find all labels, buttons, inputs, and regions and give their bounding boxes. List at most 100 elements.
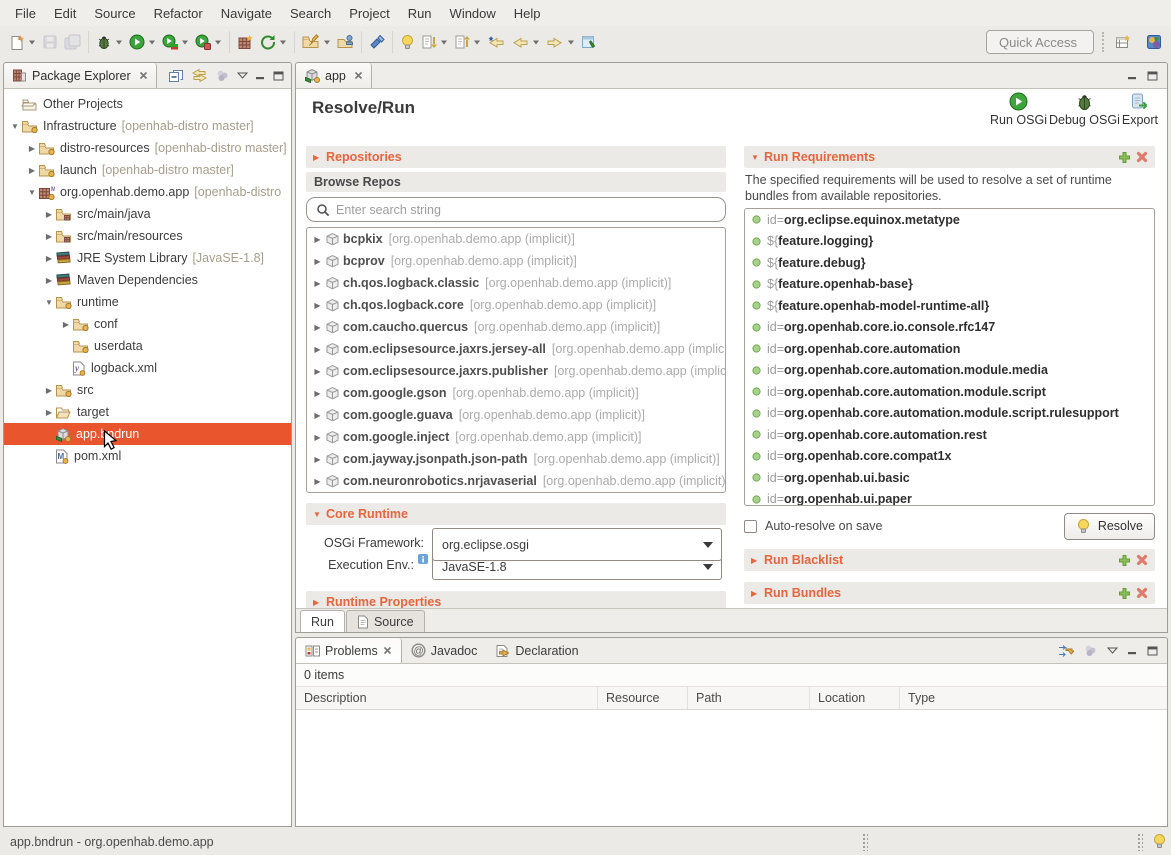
next-annotation-button[interactable] [418,29,451,55]
chevron-right-icon[interactable]: ▶ [312,455,323,464]
osgi-framework-combo[interactable]: org.eclipse.osgi [432,528,722,561]
statusbar-drag-handle[interactable] [862,833,868,851]
menu-edit[interactable]: Edit [45,2,85,25]
chevron-right-icon[interactable]: ▶ [312,235,323,244]
requirement-item[interactable]: ${feature.openhab-model-runtime-all} [745,295,1154,317]
repo-item-bcprov[interactable]: ▶bcprov[org.openhab.demo.app (implicit)] [307,250,725,272]
menu-navigate[interactable]: Navigate [212,2,281,25]
chevron-right-icon[interactable]: ▶ [312,323,323,332]
minimize-button[interactable] [1127,71,1138,80]
run-coverage-button[interactable] [159,29,192,55]
menu-search[interactable]: Search [281,2,340,25]
tree-item-src-main-java[interactable]: ▶src/main/java [4,203,291,225]
chevron-right-icon[interactable]: ▶ [26,144,38,153]
repo-item-com.jayway.jsonpath.json-path[interactable]: ▶com.jayway.jsonpath.json-path[org.openh… [307,448,725,470]
run-osgi-button[interactable]: Run OSGi [989,92,1048,127]
view-menu-button[interactable] [1107,647,1118,654]
repo-item-com.google.guava[interactable]: ▶com.google.guava[org.openhab.demo.app (… [307,404,725,426]
menu-help[interactable]: Help [505,2,550,25]
statusbar-drag-handle[interactable] [1137,833,1143,851]
chevron-right-icon[interactable]: ▶ [43,210,55,219]
search-input[interactable] [336,203,716,217]
requirement-item[interactable]: id=org.openhab.core.automation.module.sc… [745,381,1154,403]
quickfix-bulb-button[interactable] [397,29,418,55]
chevron-down-icon[interactable]: ▼ [43,298,55,307]
repo-item-bcpkix[interactable]: ▶bcpkix[org.openhab.demo.app (implicit)] [307,228,725,250]
chevron-right-icon[interactable]: ▶ [43,254,55,263]
tab-app-editor[interactable]: app [296,63,372,88]
quick-access-field[interactable]: Quick Access [986,30,1094,54]
chevron-right-icon[interactable]: ▶ [60,320,72,329]
requirement-item[interactable]: id=org.openhab.core.automation.module.me… [745,360,1154,382]
column-header-location[interactable]: Location [810,687,900,709]
tree-item-maven-dependencies[interactable]: ▶Maven Dependencies [4,269,291,291]
requirement-item[interactable]: id=org.eclipse.equinox.metatype [745,209,1154,231]
requirement-item[interactable]: id=org.openhab.ui.paper [745,489,1154,507]
maximize-button[interactable] [273,71,284,81]
group-by-button[interactable] [1083,643,1098,658]
chevron-right-icon[interactable]: ▶ [312,389,323,398]
open-resource-button[interactable] [334,29,357,55]
chevron-right-icon[interactable]: ▶ [26,166,38,175]
repo-item-com.google.inject[interactable]: ▶com.google.inject[org.openhab.demo.app … [307,426,725,448]
collapse-all-button[interactable] [168,68,184,84]
section-run-requirements[interactable]: ▼ Run Requirements [744,146,1155,168]
section-run-bundles[interactable]: ▶ Run Bundles [744,582,1155,604]
pin-editor-button[interactable] [578,29,600,55]
column-header-resource[interactable]: Resource [598,687,688,709]
section-repositories[interactable]: ▶ Repositories [306,146,726,168]
close-icon[interactable] [354,71,363,80]
java-perspective-button[interactable] [1143,29,1165,55]
tree-item-runtime[interactable]: ▼runtime [4,291,291,313]
menu-window[interactable]: Window [441,2,505,25]
remove-bundle-button[interactable] [1136,587,1148,599]
repo-item-com.neuronrobotics.nrjavaserial[interactable]: ▶com.neuronrobotics.nrjavaserial[org.ope… [307,470,725,492]
new-java-project-button[interactable] [234,29,257,55]
chevron-right-icon[interactable]: ▶ [43,408,55,417]
tree-item-logback-xml[interactable]: ylogback.xml [4,357,291,379]
requirement-item[interactable]: id=org.openhab.core.compat1x [745,446,1154,468]
tree-item-pom-xml[interactable]: Mpom.xml [4,445,291,467]
view-menu-button[interactable] [237,72,248,79]
previous-annotation-button[interactable] [451,29,484,55]
chevron-right-icon[interactable]: ▶ [312,345,323,354]
tree-item-userdata[interactable]: userdata [4,335,291,357]
search-button[interactable] [366,29,388,55]
tree-item-src[interactable]: ▶src [4,379,291,401]
tab-problems[interactable]: Problems [296,638,402,663]
section-core-runtime[interactable]: ▼ Core Runtime [306,503,726,525]
chevron-right-icon[interactable]: ▶ [312,367,323,376]
add-blacklist-button[interactable] [1118,554,1131,567]
tree-item-src-main-resources[interactable]: ▶src/main/resources [4,225,291,247]
chevron-right-icon[interactable]: ▶ [312,477,323,486]
repo-item-ch.qos.logback.core[interactable]: ▶ch.qos.logback.core[org.openhab.demo.ap… [307,294,725,316]
column-header-path[interactable]: Path [688,687,810,709]
dropdown-arrow-icon[interactable] [695,529,721,560]
debug-osgi-button[interactable]: Debug OSGi [1048,92,1121,127]
save-button[interactable] [39,29,61,55]
requirement-item[interactable]: id=org.openhab.core.automation.module.sc… [745,403,1154,425]
open-task-button[interactable] [299,29,334,55]
save-all-button[interactable] [61,29,84,55]
requirement-item[interactable]: id=org.openhab.core.io.console.rfc147 [745,317,1154,339]
last-edit-location-button[interactable] [484,29,508,55]
minimize-button[interactable] [1127,646,1138,655]
focus-on-active-task-button[interactable] [1057,644,1074,658]
repo-item-com.google.gson[interactable]: ▶com.google.gson[org.openhab.demo.app (i… [307,382,725,404]
tab-source[interactable]: Source [346,610,425,632]
remove-requirement-button[interactable] [1136,151,1148,163]
tree-item-app-bndrun[interactable]: app.bndrun [4,423,291,445]
back-button[interactable] [508,29,543,55]
remove-blacklist-button[interactable] [1136,554,1148,566]
open-perspective-button[interactable] [1112,29,1135,55]
chevron-right-icon[interactable]: ▶ [43,232,55,241]
debug-button[interactable] [93,29,126,55]
requirement-item[interactable]: ${feature.logging} [745,231,1154,253]
close-icon[interactable] [139,71,148,80]
requirement-item[interactable]: id=org.openhab.core.automation [745,338,1154,360]
tree-item-jre-system-library[interactable]: ▶JRE System Library[JavaSE-1.8] [4,247,291,269]
repo-item-com.eclipsesource.jaxrs.publisher[interactable]: ▶com.eclipsesource.jaxrs.publisher[org.o… [307,360,725,382]
add-bundle-button[interactable] [1118,587,1131,600]
tab-run[interactable]: Run [300,610,345,632]
tree-item-other-projects[interactable]: Other Projects [4,93,291,115]
